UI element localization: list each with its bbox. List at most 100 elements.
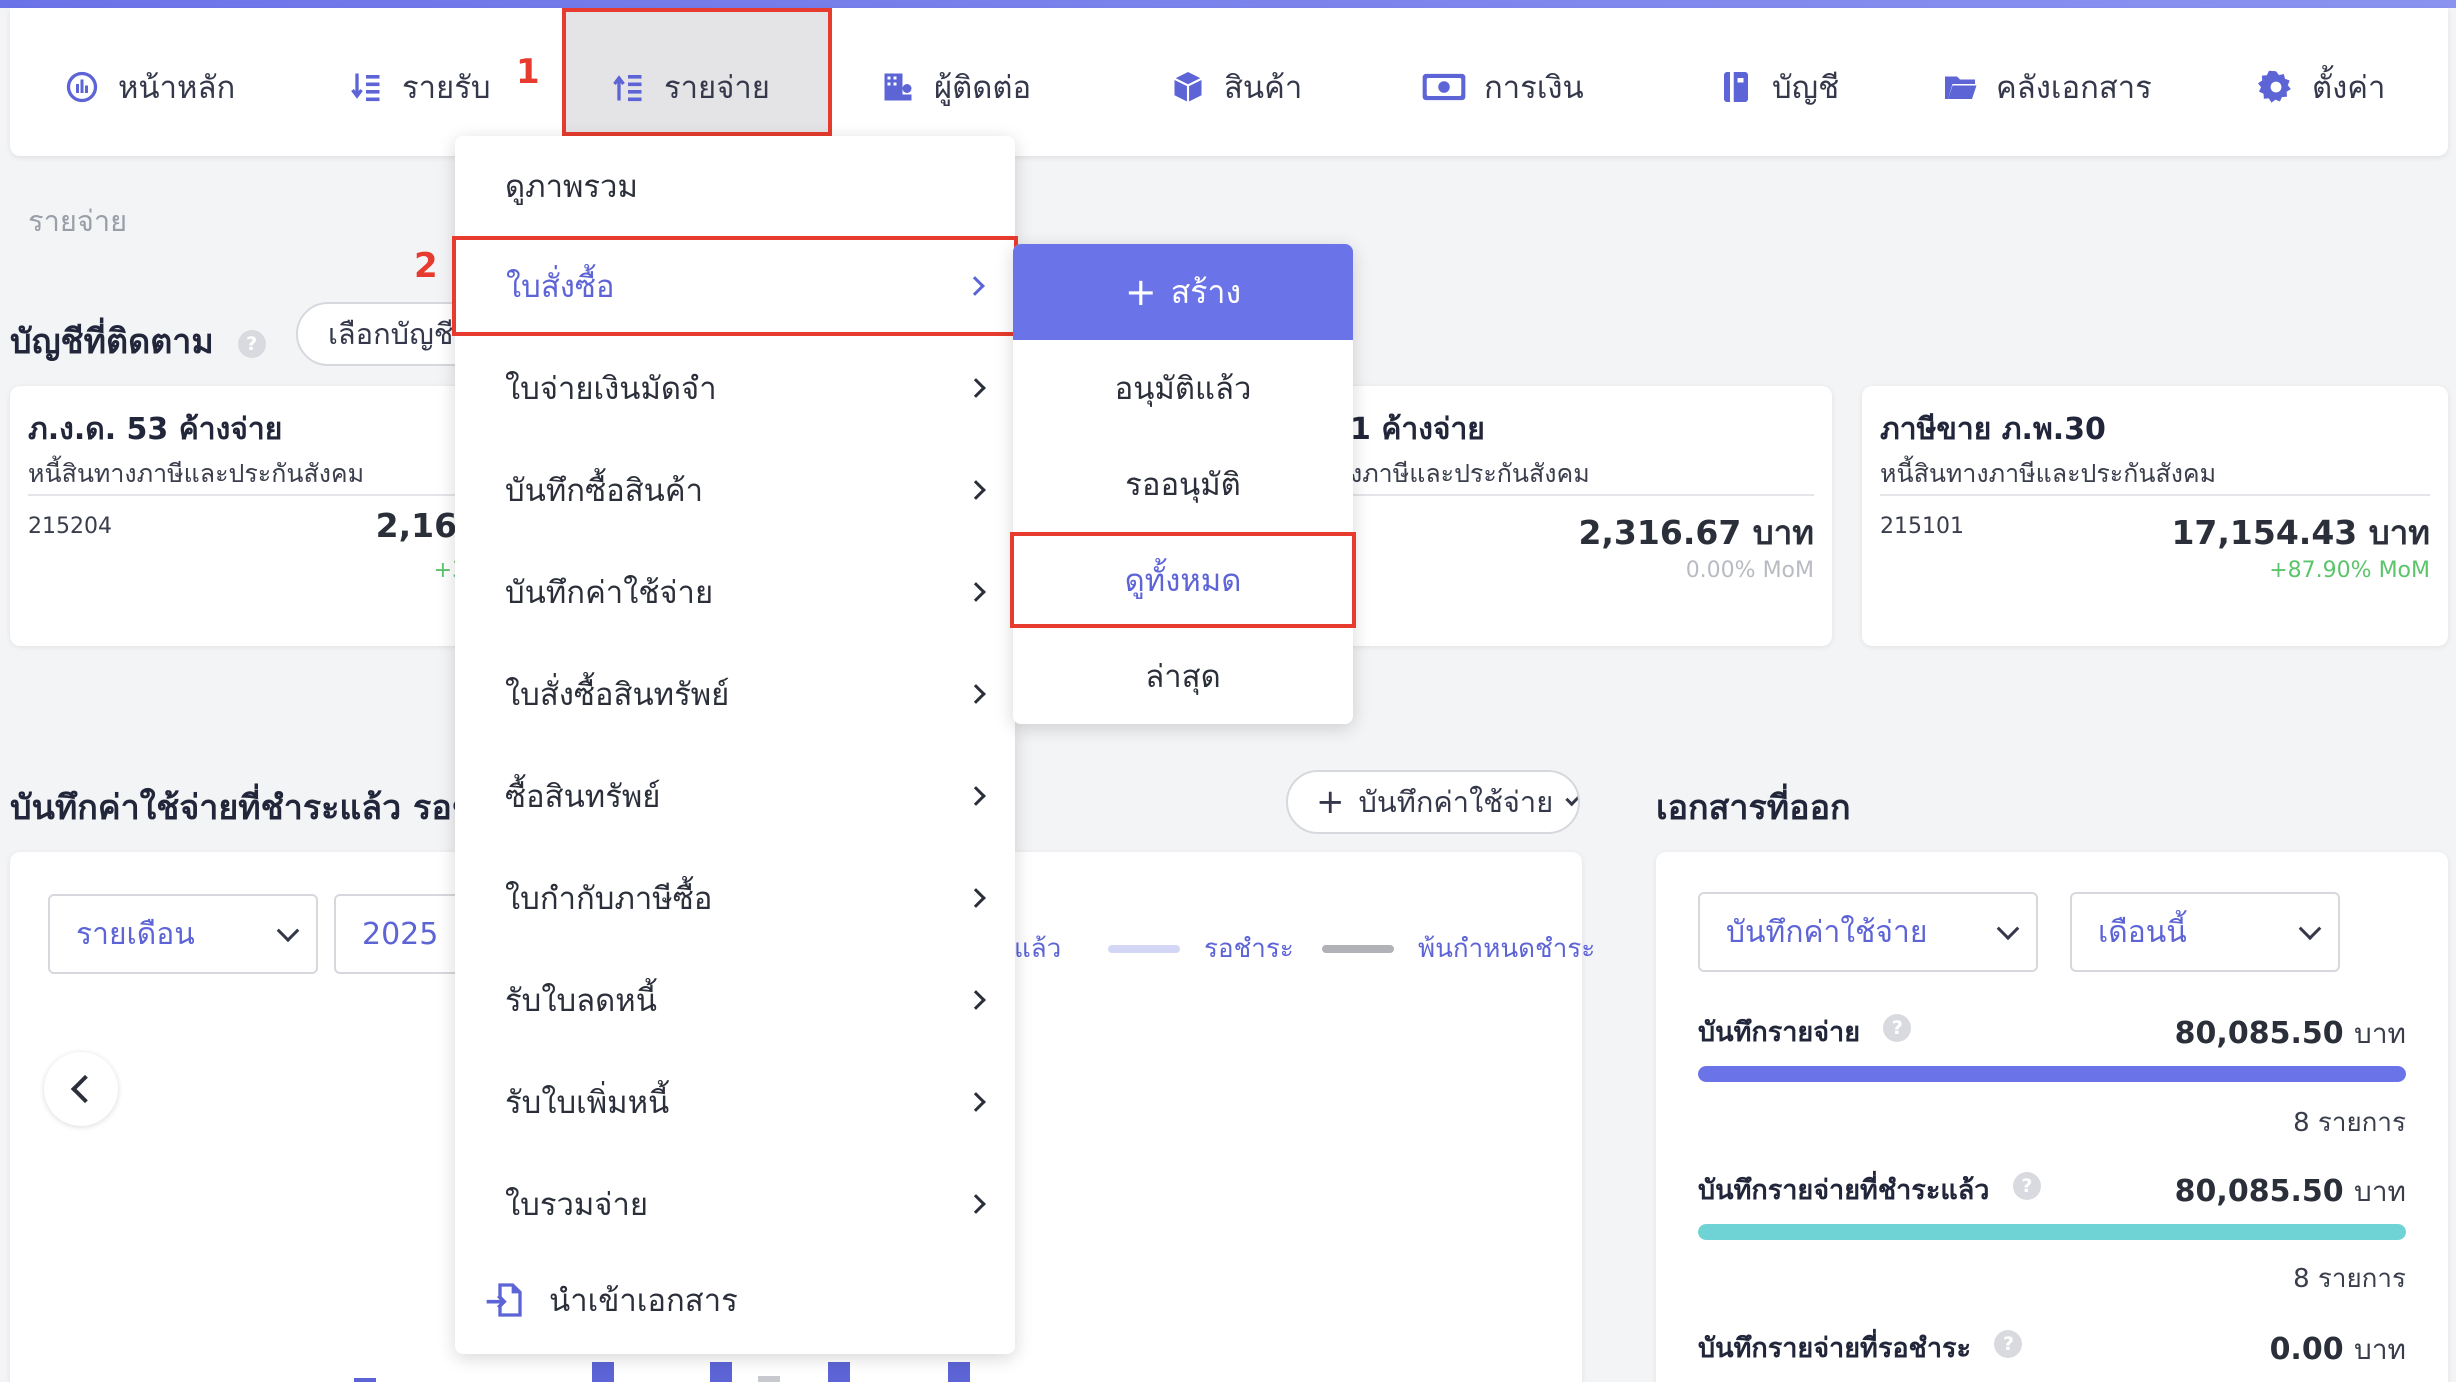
- ledger-icon: [1716, 67, 1756, 107]
- menu-item-purchase-order[interactable]: ใบสั่งซื้อ: [452, 236, 1018, 336]
- stat-value: 80,085.50 บาท: [2175, 1170, 2406, 1214]
- expense-icon: [608, 67, 648, 107]
- chevron-right-icon: [965, 276, 985, 296]
- chart-prev-button[interactable]: [44, 1052, 118, 1126]
- watched-account-card[interactable]: ภาษีขาย ภ.พ.30 หนี้สินทางภาษีและประกันสั…: [1862, 386, 2448, 646]
- stat-label: บันทึกรายจ่ายที่ชำระแล้ว ?: [1698, 1168, 2041, 1211]
- help-icon[interactable]: ?: [1994, 1329, 2023, 1358]
- menu-item-label: ดูภาพรวม: [505, 169, 638, 205]
- legend-swatch: [1108, 944, 1180, 953]
- help-icon[interactable]: ?: [2012, 1171, 2041, 1200]
- add-expense-label: บันทึกค่าใช้จ่าย: [1358, 785, 1554, 819]
- chevron-right-icon: [966, 1092, 986, 1112]
- top-nav: หน้าหลัก รายรับ รายจ่าย ผู้ติดต่อ สินค้า…: [10, 8, 2448, 156]
- menu-item-debit-note[interactable]: รับใบเพิ่มหนี้: [455, 1052, 1015, 1152]
- chart-bar: [758, 1376, 780, 1382]
- select-account-label: เลือกบัญชี: [328, 317, 454, 351]
- submenu-item-view-all[interactable]: ดูทั้งหมด: [1010, 532, 1356, 628]
- submenu-item-awaiting-approval[interactable]: รออนุมัติ: [1013, 436, 1353, 532]
- stat-unit: บาท: [2354, 1017, 2406, 1050]
- watched-account-card[interactable]: ภ.ง.ด. 53 ค้างจ่าย หนี้สินทางภาษีและประก…: [10, 386, 480, 646]
- menu-item-purchase-record[interactable]: บันทึกซื้อสินค้า: [455, 440, 1015, 540]
- stat-unit: บาท: [2354, 1175, 2406, 1208]
- nav-item-expense[interactable]: รายจ่าย: [608, 62, 770, 112]
- documents-section-title: เอกสารที่ออก: [1656, 788, 1851, 828]
- period-select[interactable]: รายเดือน: [48, 894, 318, 974]
- gear-icon: [2256, 67, 2296, 107]
- chevron-right-icon: [966, 582, 986, 602]
- income-icon: [346, 67, 386, 107]
- menu-item-label: รับใบเพิ่มหนี้: [505, 1085, 670, 1121]
- stat-label: บันทึกรายจ่ายที่รอชำระ ?: [1698, 1326, 2023, 1369]
- stat-label-text: บันทึกรายจ่ายที่ชำระแล้ว: [1698, 1175, 1990, 1206]
- stat-progress-bar: [1698, 1066, 2406, 1082]
- document-period-select[interactable]: เดือนนี้: [2070, 892, 2340, 972]
- top-accent-line: [0, 0, 2456, 8]
- nav-item-accounting[interactable]: บัญชี: [1716, 62, 1839, 112]
- nav-item-products[interactable]: สินค้า: [1168, 62, 1302, 112]
- card-account-code: 215101: [1880, 514, 1964, 539]
- submenu-item-latest[interactable]: ล่าสุด: [1013, 628, 1353, 724]
- stat-value: 80,085.50 บาท: [2175, 1012, 2406, 1056]
- progress-fill: [1698, 1224, 2406, 1240]
- help-icon[interactable]: ?: [1883, 1013, 1912, 1042]
- menu-item-import-documents[interactable]: นำเข้าเอกสาร: [455, 1250, 1015, 1350]
- document-period-value: เดือนนี้: [2098, 914, 2187, 950]
- nav-item-documents[interactable]: คลังเอกสาร: [1940, 62, 2152, 112]
- menu-item-purchase-tax-invoice[interactable]: ใบกำกับภาษีซื้อ: [455, 848, 1015, 948]
- menu-item-label: รับใบลดหนี้: [505, 983, 657, 1019]
- nav-item-income[interactable]: รายรับ: [346, 62, 491, 112]
- stat-label-text: บันทึกรายจ่าย: [1698, 1017, 1861, 1048]
- menu-item-asset-purchase[interactable]: ซื้อสินทรัพย์: [455, 746, 1015, 846]
- menu-item-label: ใบกำกับภาษีซื้อ: [505, 881, 713, 917]
- nav-item-settings[interactable]: ตั้งค่า: [2256, 62, 2385, 112]
- card-subtitle: หนี้สินทางภาษีและประกันสังคม: [1880, 459, 2217, 488]
- chevron-right-icon: [966, 888, 986, 908]
- menu-item-combined-payment[interactable]: ใบรวมจ่าย: [455, 1154, 1015, 1254]
- create-purchase-order-button[interactable]: + สร้าง: [1013, 244, 1353, 340]
- folder-icon: [1940, 67, 1980, 107]
- chevron-right-icon: [966, 378, 986, 398]
- chevron-right-icon: [966, 786, 986, 806]
- nav-label: คลังเอกสาร: [1996, 70, 2152, 106]
- card-amount: 17,154.43 บาท: [2171, 513, 2430, 552]
- menu-item-asset-purchase-order[interactable]: ใบสั่งซื้อสินทรัพย์: [455, 644, 1015, 744]
- legend-swatch: [1322, 944, 1394, 953]
- help-icon[interactable]: ?: [237, 329, 266, 358]
- legend-overdue[interactable]: พ้นกำหนดชำระ: [1322, 928, 1595, 969]
- progress-fill: [1698, 1066, 2406, 1082]
- stat-progress-bar: [1698, 1224, 2406, 1240]
- menu-item-label: นำเข้าเอกสาร: [549, 1283, 738, 1319]
- nav-label: ตั้งค่า: [2312, 70, 2386, 106]
- menu-item-overview[interactable]: ดูภาพรวม: [455, 136, 1015, 236]
- menu-item-deposit-payment[interactable]: ใบจ่ายเงินมัดจำ: [455, 338, 1015, 438]
- legend-pending[interactable]: รอชำระ: [1108, 928, 1294, 969]
- create-label: สร้าง: [1170, 272, 1242, 311]
- chart-bar: [828, 1362, 850, 1382]
- card-subtitle: งภาษีและประกันสังคม: [1350, 459, 1590, 488]
- menu-item-credit-note[interactable]: รับใบลดหนี้: [455, 950, 1015, 1050]
- menu-item-expense-record[interactable]: บันทึกค่าใช้จ่าย: [455, 542, 1015, 642]
- chevron-down-icon: [1565, 789, 1578, 807]
- document-type-select[interactable]: บันทึกค่าใช้จ่าย: [1698, 892, 2038, 972]
- menu-item-label: บันทึกซื้อสินค้า: [505, 473, 703, 509]
- nav-label: รายจ่าย: [664, 70, 770, 106]
- nav-label: บัญชี: [1772, 70, 1840, 106]
- chart-bar: [592, 1362, 614, 1382]
- nav-label: รายรับ: [402, 70, 491, 106]
- card-divider: [1880, 494, 2430, 496]
- card-amount: 2,316.67 บาท: [1578, 513, 1814, 552]
- submenu-item-approved[interactable]: อนุมัติแล้ว: [1013, 340, 1353, 436]
- card-title: ภ.ง.ด. 53 ค้างจ่าย: [28, 412, 283, 447]
- add-expense-button[interactable]: + บันทึกค่าใช้จ่าย: [1286, 770, 1580, 834]
- dashboard-icon: [62, 67, 102, 107]
- money-icon: [1420, 67, 1468, 107]
- callout-number: 1: [516, 52, 540, 92]
- card-subtitle: หนี้สินทางภาษีและประกันสังคม: [28, 459, 365, 488]
- nav-item-contacts[interactable]: ผู้ติดต่อ: [878, 62, 1031, 112]
- watched-accounts-label: บัญชีที่ติดตาม: [10, 322, 214, 362]
- documents-card: บันทึกค่าใช้จ่าย เดือนนี้ บันทึกรายจ่าย …: [1656, 852, 2448, 1382]
- nav-item-finance[interactable]: การเงิน: [1420, 62, 1584, 112]
- expenses-section-title: บันทึกค่าใช้จ่ายที่ชำระแล้ว รอชำ: [10, 788, 494, 828]
- nav-item-dashboard[interactable]: หน้าหลัก: [62, 62, 235, 112]
